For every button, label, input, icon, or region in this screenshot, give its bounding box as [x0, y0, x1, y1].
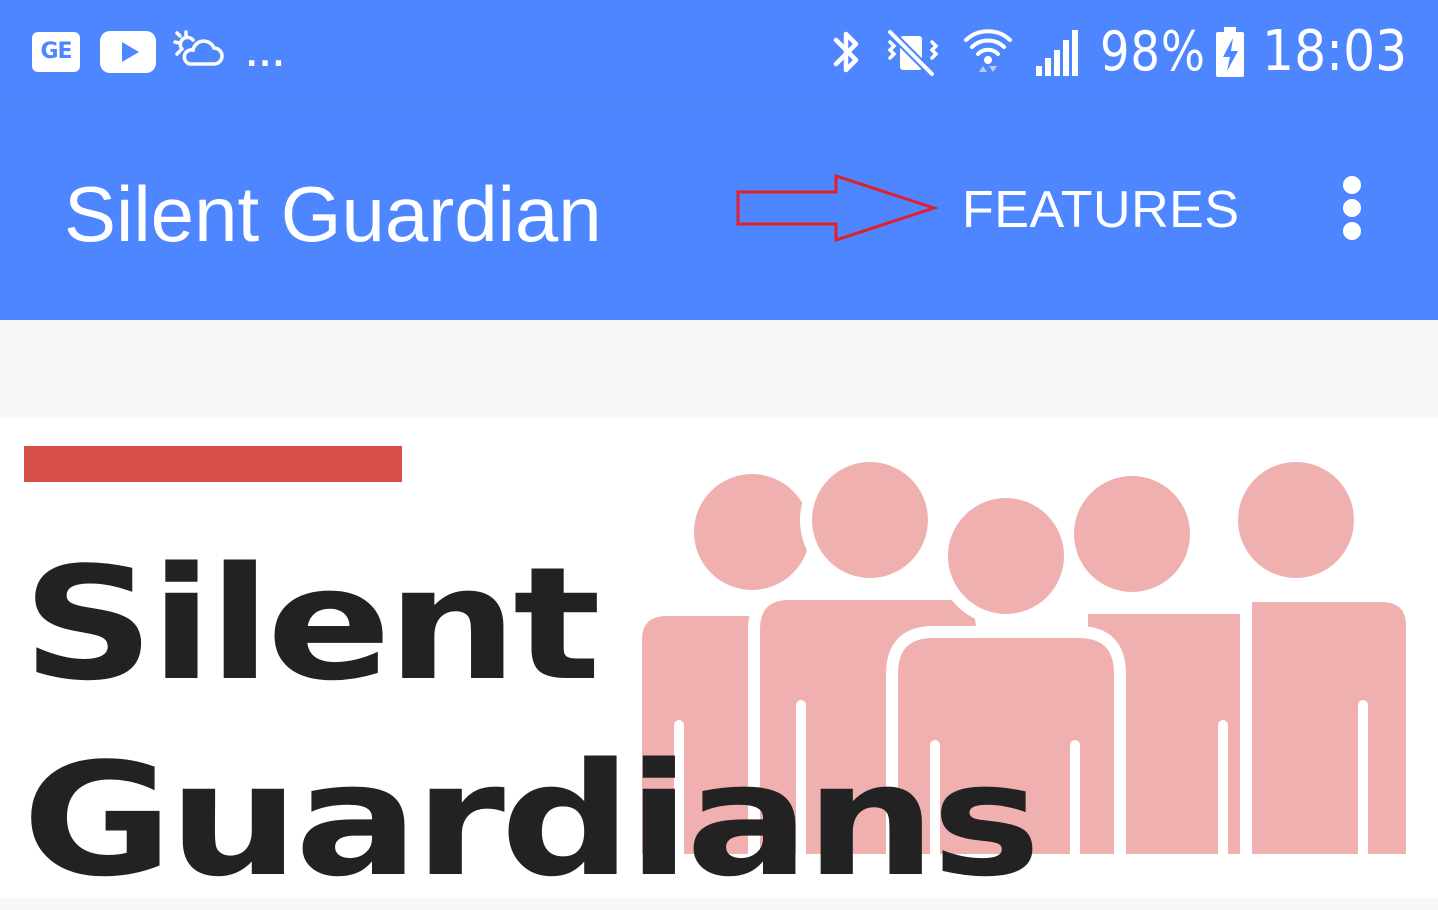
banner-line-1: Silent: [22, 533, 601, 715]
cellular-signal-icon: [1036, 30, 1078, 76]
content-spacer: [0, 320, 1438, 418]
banner-accent-bar: [24, 446, 402, 482]
wifi-icon: [964, 29, 1012, 72]
ge-news-icon: GE: [32, 32, 80, 72]
weather-cloud-sun-icon: [173, 30, 224, 66]
more-vert-icon[interactable]: [1322, 168, 1382, 248]
bluetooth-icon: [833, 31, 859, 73]
notification-icons: GE ...: [32, 28, 286, 76]
content-bottom-strip: [0, 898, 1438, 910]
status-bar: GE ... 98% 18:03: [0, 0, 1438, 110]
annotation-arrow-icon: [736, 173, 939, 243]
features-button[interactable]: FEATURES: [962, 180, 1240, 240]
youtube-icon: [100, 31, 156, 73]
banner-line-2: Guardians: [22, 729, 1041, 898]
battery-charging-icon: [1216, 27, 1244, 77]
app-bar: Silent Guardian FEATURES: [0, 110, 1438, 320]
clock: 18:03: [1262, 19, 1408, 84]
vibrate-mute-icon: [887, 29, 939, 77]
hero-banner-image: Silent Guardians: [0, 418, 1438, 898]
main-content: Silent Guardians: [0, 320, 1438, 910]
banner-wordmark: Silent Guardians: [22, 526, 1041, 898]
app-title: Silent Guardian: [64, 170, 602, 258]
more-notifications-indicator: ...: [246, 39, 287, 74]
system-icons: 98% 18:03: [830, 19, 1408, 84]
battery-percent: 98%: [1100, 20, 1206, 83]
